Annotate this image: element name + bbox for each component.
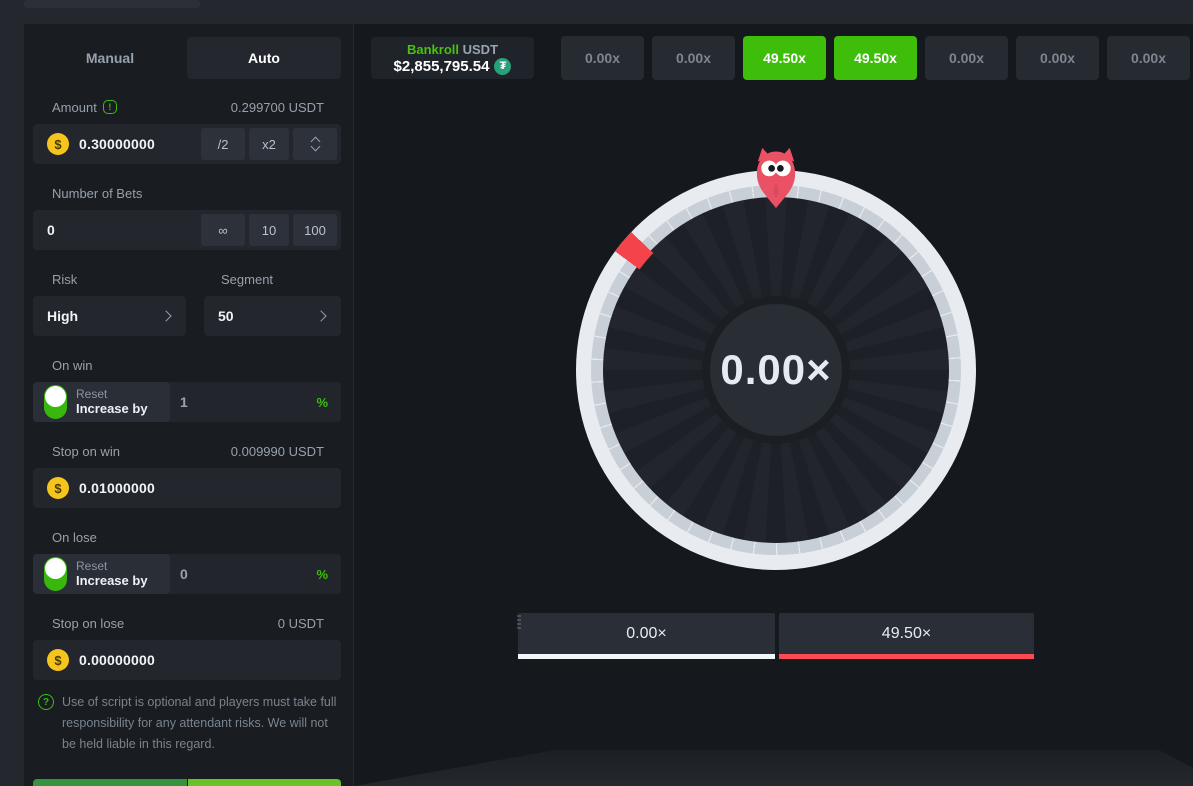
bankroll-amount: $2,855,795.54: [394, 58, 490, 75]
on-win-label: On win: [52, 358, 92, 373]
history-multiplier-button[interactable]: 49.50x: [834, 36, 917, 80]
wheel-game-screen: Manual Auto Amount ! 0.299700 USDT $ 0.3…: [0, 0, 1193, 786]
on-lose-percent: %: [316, 567, 328, 582]
risk-value: High: [47, 308, 78, 324]
stop-on-lose-hint: 0 USDT: [278, 616, 324, 631]
hundred-bets-button[interactable]: 100: [293, 214, 337, 246]
start-buttons: [33, 779, 341, 786]
number-of-bets-value: 0: [47, 222, 55, 238]
stop-on-win-value: 0.01000000: [79, 480, 155, 496]
amount-stepper[interactable]: [293, 128, 337, 160]
drag-handle-icon: [517, 615, 521, 629]
coin-icon: $: [47, 133, 69, 155]
on-lose-row: Reset Increase by 0 %: [33, 554, 341, 594]
stop-on-lose-label-row: Stop on lose 0 USDT: [33, 615, 341, 631]
amount-input[interactable]: $ 0.30000000 /2 x2: [33, 124, 341, 164]
on-lose-label-row: On lose: [33, 529, 341, 545]
amount-value: 0.30000000: [79, 136, 155, 152]
increase-by-option: Increase by: [76, 401, 148, 417]
on-win-percent: %: [316, 395, 328, 410]
segment-label: Segment: [221, 272, 273, 287]
bet-controls-panel: Manual Auto Amount ! 0.299700 USDT $ 0.3…: [24, 24, 353, 786]
increase-by-option: Increase by: [76, 573, 148, 589]
wheel: 0.00×: [576, 170, 976, 570]
toggle-switch-icon: [44, 557, 67, 591]
disclaimer-text: Use of script is optional and players mu…: [62, 692, 341, 755]
start-autobet-right-button[interactable]: [188, 779, 342, 786]
result-bars: 0.00× 49.50×: [518, 613, 1034, 659]
coin-icon: $: [47, 477, 69, 499]
result-bar-indicator: [518, 654, 775, 659]
stop-on-lose-value: 0.00000000: [79, 652, 155, 668]
tether-icon: ₮: [494, 58, 511, 75]
chevron-right-icon: [315, 310, 326, 321]
result-bar-lose[interactable]: 0.00×: [518, 613, 775, 659]
help-icon: ?: [38, 694, 54, 710]
amount-label: Amount: [52, 100, 97, 115]
stop-on-win-hint: 0.009990 USDT: [231, 444, 324, 459]
start-autobet-left-button[interactable]: [33, 779, 187, 786]
tab-manual[interactable]: Manual: [33, 37, 187, 79]
stop-on-win-label: Stop on win: [52, 444, 120, 459]
owl-mascot-icon: [752, 147, 800, 209]
history-multiplier-button[interactable]: 49.50x: [743, 36, 826, 80]
result-bar-label: 0.00×: [626, 625, 666, 643]
bets-label-row: Number of Bets: [33, 185, 341, 201]
script-disclaimer: ? Use of script is optional and players …: [33, 692, 341, 755]
chevron-right-icon: [160, 310, 171, 321]
info-icon[interactable]: !: [103, 100, 117, 114]
tab-auto[interactable]: Auto: [187, 37, 341, 79]
window-tab-remnant[interactable]: [24, 0, 200, 8]
half-bet-button[interactable]: /2: [201, 128, 245, 160]
game-area: Bankroll USDT $2,855,795.54 ₮ 0.00x0.00x…: [353, 24, 1193, 786]
risk-select[interactable]: High: [33, 296, 186, 336]
toggle-switch-icon: [44, 385, 67, 419]
on-lose-mode-toggle[interactable]: Reset Increase by: [33, 554, 170, 594]
history-multiplier-button[interactable]: 0.00x: [925, 36, 1008, 80]
ten-bets-button[interactable]: 10: [249, 214, 289, 246]
number-of-bets-input[interactable]: 0 ∞ 10 100: [33, 210, 341, 250]
on-win-label-row: On win: [33, 357, 341, 373]
on-win-value[interactable]: 1: [180, 394, 188, 410]
reset-option: Reset: [76, 559, 148, 573]
result-bar-indicator: [779, 654, 1034, 659]
wheel-hub: 0.00×: [702, 296, 850, 444]
on-win-row: Reset Increase by 1 %: [33, 382, 341, 422]
mode-tabs: Manual Auto: [33, 37, 341, 79]
risk-label: Risk: [52, 272, 77, 287]
on-lose-value[interactable]: 0: [180, 566, 188, 582]
floor-shadow: [354, 750, 1193, 786]
stop-on-win-label-row: Stop on win 0.009990 USDT: [33, 443, 341, 459]
amount-label-row: Amount ! 0.299700 USDT: [33, 99, 341, 115]
on-lose-label: On lose: [52, 530, 97, 545]
on-win-mode-toggle[interactable]: Reset Increase by: [33, 382, 170, 422]
result-bar-win[interactable]: 49.50×: [779, 613, 1034, 659]
history-multiplier-button[interactable]: 0.00x: [1016, 36, 1099, 80]
double-bet-button[interactable]: x2: [249, 128, 289, 160]
bankroll-display[interactable]: Bankroll USDT $2,855,795.54 ₮: [371, 37, 534, 79]
risk-segment-labels: Risk Segment: [33, 271, 341, 287]
stop-on-win-input[interactable]: $ 0.01000000: [33, 468, 341, 508]
stop-on-lose-label: Stop on lose: [52, 616, 124, 631]
infinite-bets-button[interactable]: ∞: [201, 214, 245, 246]
multiplier-history: 0.00x0.00x49.50x49.50x0.00x0.00x0.00x: [561, 36, 1190, 80]
wheel-result-multiplier: 0.00×: [720, 346, 831, 394]
segment-select[interactable]: 50: [204, 296, 341, 336]
number-of-bets-label: Number of Bets: [52, 186, 142, 201]
history-multiplier-button[interactable]: 0.00x: [561, 36, 644, 80]
amount-max-value: 0.299700 USDT: [231, 100, 324, 115]
history-multiplier-button[interactable]: 0.00x: [652, 36, 735, 80]
reset-option: Reset: [76, 387, 148, 401]
coin-icon: $: [47, 649, 69, 671]
bankroll-currency: USDT: [463, 42, 498, 57]
history-multiplier-button[interactable]: 0.00x: [1107, 36, 1190, 80]
bankroll-label: Bankroll: [407, 42, 459, 57]
result-bar-label: 49.50×: [882, 625, 931, 643]
stop-on-lose-input[interactable]: $ 0.00000000: [33, 640, 341, 680]
segment-value: 50: [218, 308, 234, 324]
